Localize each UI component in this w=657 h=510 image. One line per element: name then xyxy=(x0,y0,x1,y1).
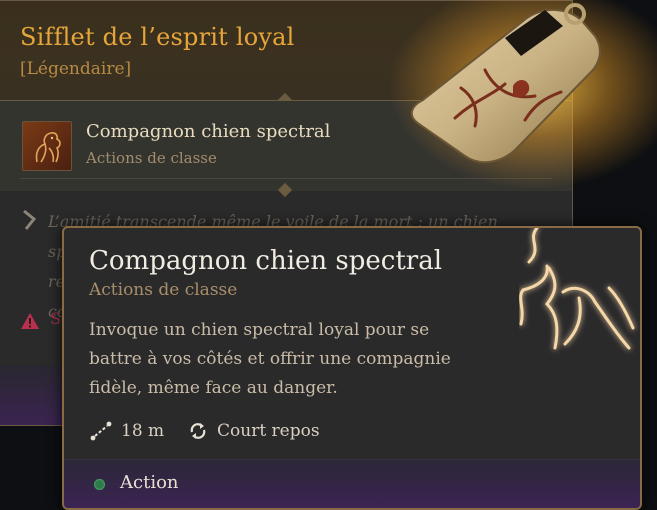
range-icon xyxy=(90,421,112,441)
warning-icon xyxy=(20,311,40,331)
item-spell-class: Actions de classe xyxy=(86,149,217,167)
spectral-hound-icon xyxy=(22,121,72,171)
action-cost-label: Action xyxy=(120,472,179,493)
item-spell-name: Compagnon chien spectral xyxy=(86,121,331,142)
spell-title: Compagnon chien spectral xyxy=(89,246,443,276)
item-warning-text: S xyxy=(50,309,61,328)
recharge-stat: Court repos xyxy=(187,420,320,442)
range-value: 18 m xyxy=(121,421,165,441)
range-stat: 18 m xyxy=(89,420,164,442)
short-rest-icon xyxy=(190,423,206,439)
item-rarity: [Légendaire] xyxy=(20,59,132,79)
spell-class: Actions de classe xyxy=(89,280,238,300)
quote-icon xyxy=(20,209,40,231)
spell-tooltip: Compagnon chien spectral Actions de clas… xyxy=(62,226,642,510)
spell-cost-bar: Action xyxy=(64,459,640,508)
spectral-hound-art xyxy=(519,228,635,350)
spell-description: Invoque un chien spectral loyal pour se … xyxy=(89,320,451,398)
action-dot-icon xyxy=(94,479,105,490)
whistle-icon xyxy=(410,3,601,164)
recharge-value: Court repos xyxy=(217,421,320,441)
item-title: Sifflet de l’esprit loyal xyxy=(20,23,295,51)
